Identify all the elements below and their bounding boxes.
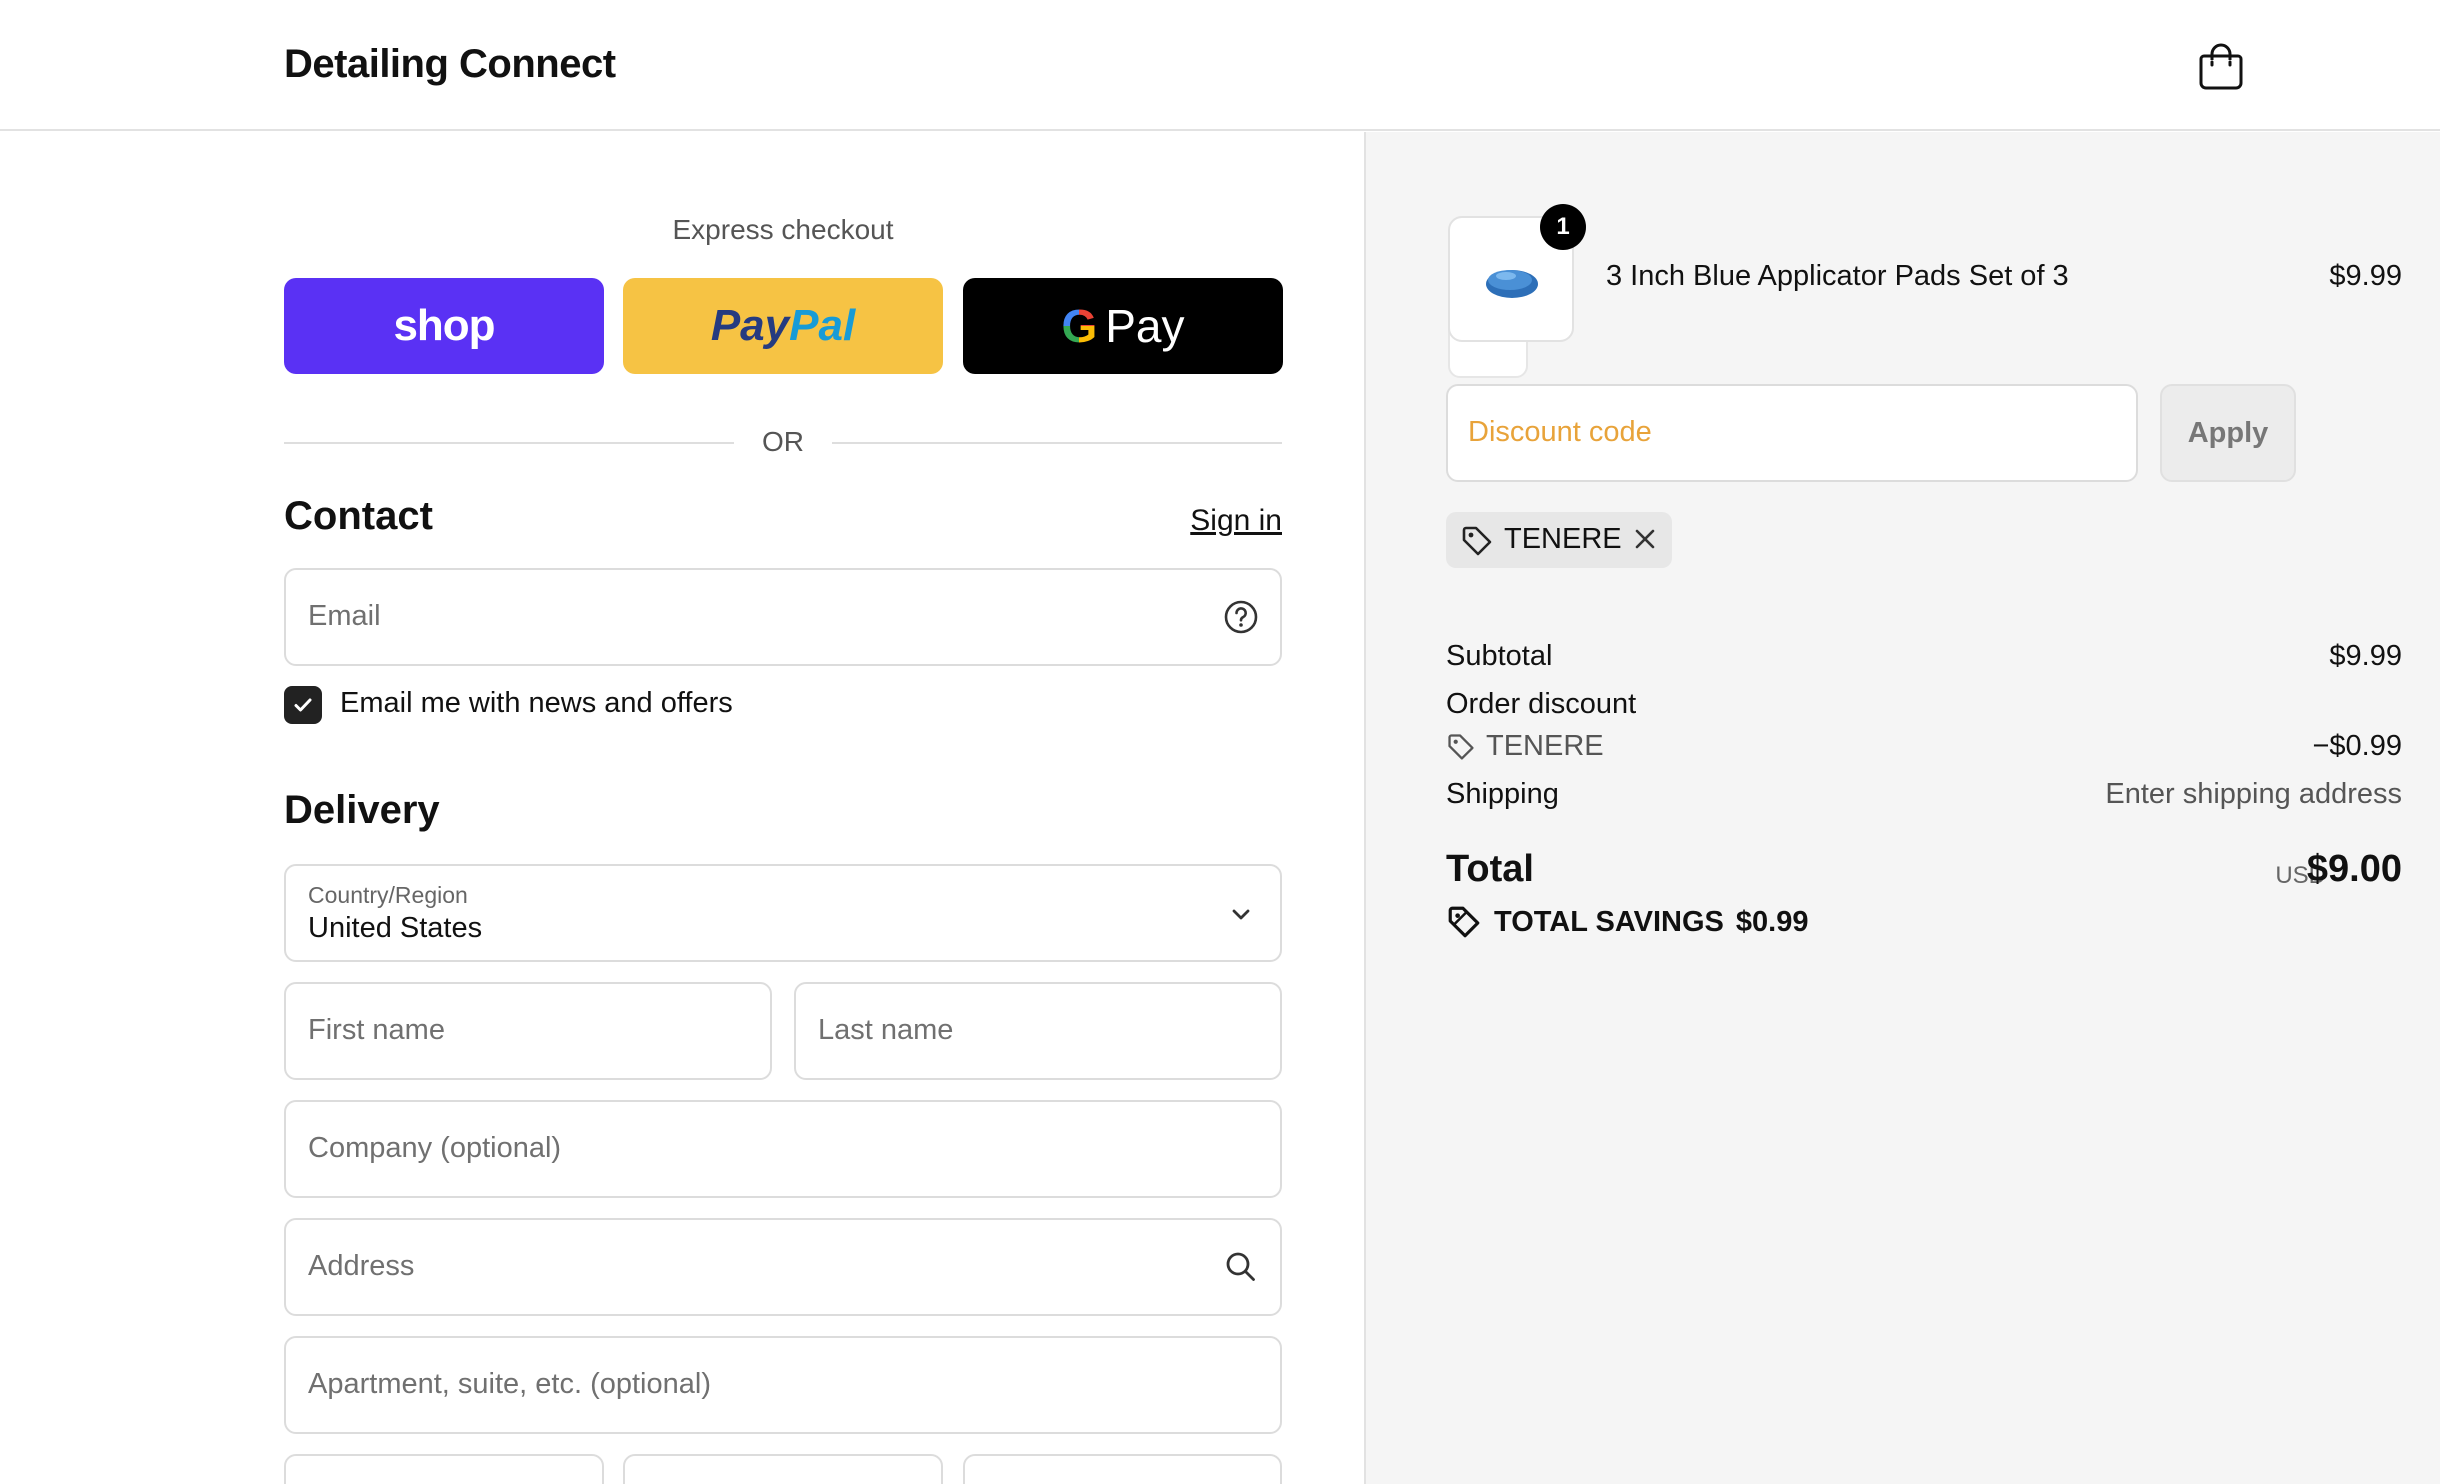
shop-pay-label: shop (393, 301, 495, 350)
shipping-value: Enter shipping address (2105, 778, 2402, 810)
apply-button[interactable]: Apply (2160, 384, 2296, 482)
sign-in-link[interactable]: Sign in (1180, 504, 1282, 538)
check-icon (294, 698, 312, 712)
order-discount-code-label: TENERE (1486, 730, 1604, 762)
company-field[interactable]: Company (optional) (284, 1100, 1282, 1198)
subtotal-label: Subtotal (1446, 640, 1553, 672)
chevron-down-icon (1232, 909, 1250, 920)
state-field[interactable] (623, 1454, 943, 1484)
order-discount-label: Order discount (1446, 688, 1637, 720)
or-divider: OR (284, 422, 1282, 462)
address-placeholder: Address (308, 1250, 415, 1282)
newsletter-label[interactable]: Email me with news and offers (340, 687, 733, 720)
email-field[interactable]: Email (284, 568, 1282, 666)
discount-code-input[interactable]: Discount code (1446, 384, 2138, 482)
or-label: OR (762, 426, 804, 457)
total-label: Total (1446, 848, 1534, 890)
first-name-placeholder: First name (308, 1014, 445, 1046)
savings-tag-icon (1448, 906, 1480, 938)
savings-value: $0.99 (1735, 905, 1809, 938)
close-icon[interactable] (1630, 524, 1660, 554)
city-field[interactable] (284, 1454, 604, 1484)
first-name-field[interactable]: First name (284, 982, 772, 1080)
google-pay-label: Pay (1105, 300, 1185, 352)
discount-placeholder: Discount code (1468, 416, 1652, 448)
email-placeholder: Email (308, 600, 381, 632)
newsletter-checkbox[interactable] (284, 686, 322, 724)
applied-code-label: TENERE (1504, 523, 1622, 555)
paypal-label-pal: Pal (789, 301, 856, 350)
shop-pay-button[interactable]: shop (284, 278, 604, 374)
header: Detailing Connect (0, 0, 2440, 131)
google-pay-button[interactable]: G Pay (963, 278, 1283, 374)
order-discount-code: TENERE (1446, 730, 1604, 763)
tag-icon (1448, 733, 1474, 760)
item-name: 3 Inch Blue Applicator Pads Set of 3 (1606, 260, 2069, 292)
paypal-label-pay: Pay (710, 301, 790, 350)
google-g-icon: G (1061, 300, 1098, 352)
total-value: $9.00 (2306, 848, 2402, 890)
apartment-placeholder: Apartment, suite, etc. (optional) (308, 1368, 711, 1400)
question-circle-icon[interactable] (1222, 598, 1260, 636)
address-field[interactable]: Address (284, 1218, 1282, 1316)
company-placeholder: Company (optional) (308, 1132, 562, 1164)
checkout-form: Express checkout shop Pay Pal G Pay OR Co… (0, 132, 1364, 1484)
brand-title[interactable]: Detailing Connect (284, 42, 616, 87)
quantity-badge: 1 (1540, 204, 1586, 250)
country-label: Country/Region (308, 882, 468, 908)
last-name-field[interactable]: Last name (794, 982, 1282, 1080)
paypal-button[interactable]: Pay Pal (623, 278, 943, 374)
contact-title: Contact (284, 494, 433, 538)
country-select[interactable]: Country/Region United States (284, 864, 1282, 962)
order-summary: 1 3 Inch Blue Applicator Pads Set of 3 $… (1364, 132, 2440, 1484)
applied-discount-chip: TENERE (1446, 512, 1672, 568)
search-icon (1226, 1252, 1255, 1281)
bag-icon[interactable] (2198, 40, 2244, 90)
last-name-placeholder: Last name (818, 1014, 954, 1046)
zip-field[interactable] (963, 1454, 1282, 1484)
country-value: United States (308, 912, 483, 944)
tag-icon (1462, 526, 1492, 556)
savings-label: TOTAL SAVINGS (1494, 905, 1724, 938)
item-price: $9.99 (2329, 260, 2402, 292)
total-savings: TOTAL SAVINGS $0.99 (1446, 904, 1808, 940)
express-checkout-title: Express checkout (672, 214, 894, 245)
shipping-label: Shipping (1446, 778, 1559, 810)
delivery-title: Delivery (284, 788, 440, 832)
subtotal-value: $9.99 (2329, 640, 2402, 672)
discount-value: −$0.99 (2312, 730, 2402, 762)
apartment-field[interactable]: Apartment, suite, etc. (optional) (284, 1336, 1282, 1434)
